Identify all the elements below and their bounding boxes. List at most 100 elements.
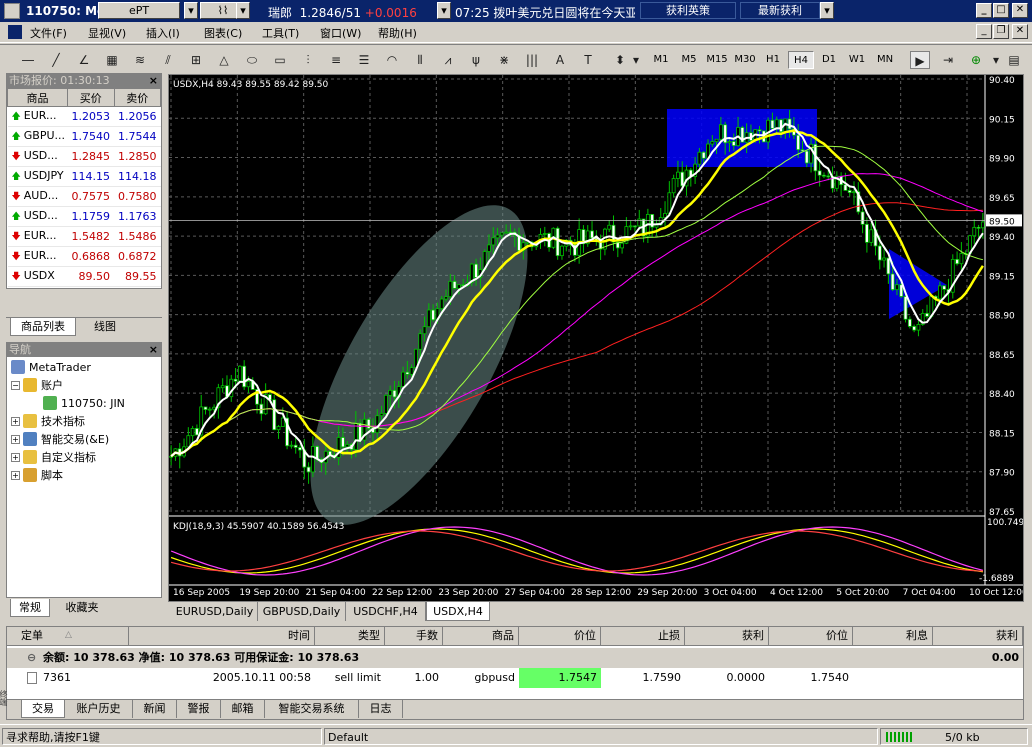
nav-expert-advisors[interactable]: + 智能交易(&E) <box>11 431 109 449</box>
autoscroll-icon[interactable]: ⇥ <box>938 51 958 69</box>
navigator-close-icon[interactable]: × <box>149 342 158 357</box>
nav-root[interactable]: MetaTrader <box>11 359 91 377</box>
col-lots[interactable]: 手数 <box>385 627 443 646</box>
price-chart[interactable]: 90.40 90.15 89.90 89.65 89.40 89.15 88.90 88.65… <box>169 75 1030 601</box>
trendline-icon[interactable]: ╱ <box>46 51 66 69</box>
chart-tab-usdx[interactable]: USDX,H4 <box>426 602 490 621</box>
chart-tab-usdchf[interactable]: USDCHF,H4 <box>346 602 426 621</box>
new-order-icon[interactable]: ⊕ <box>966 51 986 69</box>
tab-mailbox[interactable]: 邮箱 <box>221 700 265 718</box>
cursor-line-icon[interactable]: ― <box>18 51 38 69</box>
nav-accounts[interactable]: − 账户 <box>11 377 63 395</box>
market-row[interactable]: EUR...1.20531.2056 <box>7 106 161 127</box>
tf-d1[interactable]: D1 <box>816 51 842 69</box>
col-profit[interactable]: 获利 <box>933 627 1023 646</box>
news-ticker-box[interactable]: ePT <box>98 2 180 19</box>
fibo-icon[interactable]: ≋ <box>130 51 150 69</box>
tab-alerts[interactable]: 警报 <box>177 700 221 718</box>
col-price[interactable]: 价位 <box>519 627 601 646</box>
fibo-expansion-icon[interactable]: ☰ <box>354 51 374 69</box>
menu-insert[interactable]: 插入(I) <box>146 25 180 41</box>
chart-window[interactable]: 90.40 90.15 89.90 89.65 89.40 89.15 88.90 88.65… <box>168 74 1030 602</box>
chart-tab-gbpusd[interactable]: GBPUSD,Daily <box>258 602 346 621</box>
tab-tick-chart[interactable]: 线图 <box>80 318 130 336</box>
tf-m5[interactable]: M5 <box>676 51 702 69</box>
tab-common[interactable]: 常规 <box>10 599 50 617</box>
market-row[interactable]: EUR...1.54821.5486 <box>7 226 161 247</box>
profit-dropdown-button[interactable]: ▾ <box>820 2 834 19</box>
child-close-button[interactable]: ✕ <box>1012 24 1028 39</box>
profit-strategy-tab[interactable]: 获利英策 <box>640 2 736 19</box>
close-button[interactable]: ✕ <box>1012 3 1028 18</box>
col-symbol[interactable]: 商品 <box>7 88 68 107</box>
col-symbol[interactable]: 商品 <box>443 627 519 646</box>
child-restore-button[interactable]: ❐ <box>993 24 1009 39</box>
col-sl[interactable]: 止损 <box>601 627 685 646</box>
fibo-channel-icon[interactable]: ⩘ <box>438 51 458 69</box>
fibo-fan-icon[interactable]: ⫶ <box>298 51 318 69</box>
nav-custom-indicators[interactable]: + 自定义指标 <box>11 449 96 467</box>
tf-mn[interactable]: MN <box>872 51 898 69</box>
menu-help[interactable]: 帮助(H) <box>378 25 417 41</box>
andrews-pitchfork-icon[interactable]: ψ <box>466 51 486 69</box>
col-time[interactable]: 时间 <box>129 627 315 646</box>
menu-window[interactable]: 窗口(W) <box>320 25 361 41</box>
col-tp[interactable]: 获利 <box>685 627 769 646</box>
tab-experts[interactable]: 智能交易系统 <box>265 700 359 718</box>
tab-symbols[interactable]: 商品列表 <box>10 318 76 336</box>
market-row[interactable]: EUR...0.68680.6872 <box>7 246 161 267</box>
text-icon[interactable]: A <box>550 51 570 69</box>
expand-icon[interactable]: + <box>11 471 20 480</box>
tab-history[interactable]: 账户历史 <box>65 700 133 718</box>
tf-h4[interactable]: H4 <box>788 51 814 69</box>
new-order-dropdown[interactable]: ▾ <box>986 51 1006 69</box>
menu-tools[interactable]: 工具(T) <box>262 25 299 41</box>
fibo-arcs-icon[interactable]: ◠ <box>382 51 402 69</box>
child-minimize-button[interactable]: _ <box>976 24 992 39</box>
menu-file[interactable]: 文件(F) <box>30 25 67 41</box>
market-row[interactable]: GBPU...1.75401.7544 <box>7 126 161 147</box>
channel-icon[interactable]: ⫽ <box>158 51 178 69</box>
col-swap[interactable]: 利息 <box>853 627 933 646</box>
latest-profit-tab[interactable]: 最新获利 <box>740 2 820 19</box>
col-ask[interactable]: 卖价 <box>113 88 161 107</box>
ticker-dropdown-button[interactable]: ▾ <box>184 2 198 19</box>
tf-m30[interactable]: M30 <box>732 51 758 69</box>
text-label-icon[interactable]: T <box>578 51 598 69</box>
fibo-retracement-icon[interactable]: ≡ <box>326 51 346 69</box>
market-row[interactable]: USD...1.28451.2850 <box>7 146 161 167</box>
news-dropdown-button[interactable]: ▾ <box>437 2 451 19</box>
menu-view[interactable]: 显视(V) <box>88 25 126 41</box>
expand-icon[interactable]: + <box>11 435 20 444</box>
tf-m1[interactable]: M1 <box>648 51 674 69</box>
gann-icon[interactable]: ⊞ <box>186 51 206 69</box>
templates-icon[interactable]: ▤ <box>1004 51 1024 69</box>
collapse-icon[interactable]: − <box>11 381 20 390</box>
col-type[interactable]: 类型 <box>315 627 385 646</box>
tf-w1[interactable]: W1 <box>844 51 870 69</box>
arrows-dropdown-icon[interactable]: ▾ <box>626 51 646 69</box>
angle-line-icon[interactable]: ∠ <box>74 51 94 69</box>
market-row[interactable]: USD...1.17591.1763 <box>7 206 161 227</box>
maximize-button[interactable]: □ <box>993 3 1009 18</box>
market-row[interactable]: USDJPY114.15114.18 <box>7 166 161 187</box>
expand-icon[interactable]: + <box>11 417 20 426</box>
chart-tab-eurusd[interactable]: EURUSD,Daily <box>172 602 258 621</box>
menu-charts[interactable]: 图表(C) <box>204 25 242 41</box>
market-row[interactable]: USDX89.5089.55 <box>7 266 161 287</box>
col-cur-price[interactable]: 价位 <box>769 627 853 646</box>
col-bid[interactable]: 买价 <box>67 88 115 107</box>
tab-journal[interactable]: 日志 <box>359 700 403 718</box>
fibo-time-icon[interactable]: ⦀ <box>410 51 430 69</box>
cycle-lines-icon[interactable]: ⋇ <box>494 51 514 69</box>
expand-icon[interactable]: + <box>11 453 20 462</box>
tab-favorites[interactable]: 收藏夹 <box>54 599 110 617</box>
order-row[interactable]: 7361 2005.10.11 00:58 sell limit 1.00 gb… <box>7 668 1023 688</box>
market-row[interactable]: AUD...0.75750.7580 <box>7 186 161 207</box>
balance-row[interactable]: ⊖ 余额: 10 378.63 净值: 10 378.63 可用保证金: 10 … <box>7 648 1023 668</box>
nav-scripts[interactable]: + 脚本 <box>11 467 63 485</box>
grid-icon[interactable]: ▦ <box>102 51 122 69</box>
ellipse-icon[interactable]: ⬭ <box>242 51 262 69</box>
ticker-chart-dropdown[interactable]: ▾ <box>236 2 250 19</box>
market-watch-close-icon[interactable]: × <box>149 73 158 88</box>
